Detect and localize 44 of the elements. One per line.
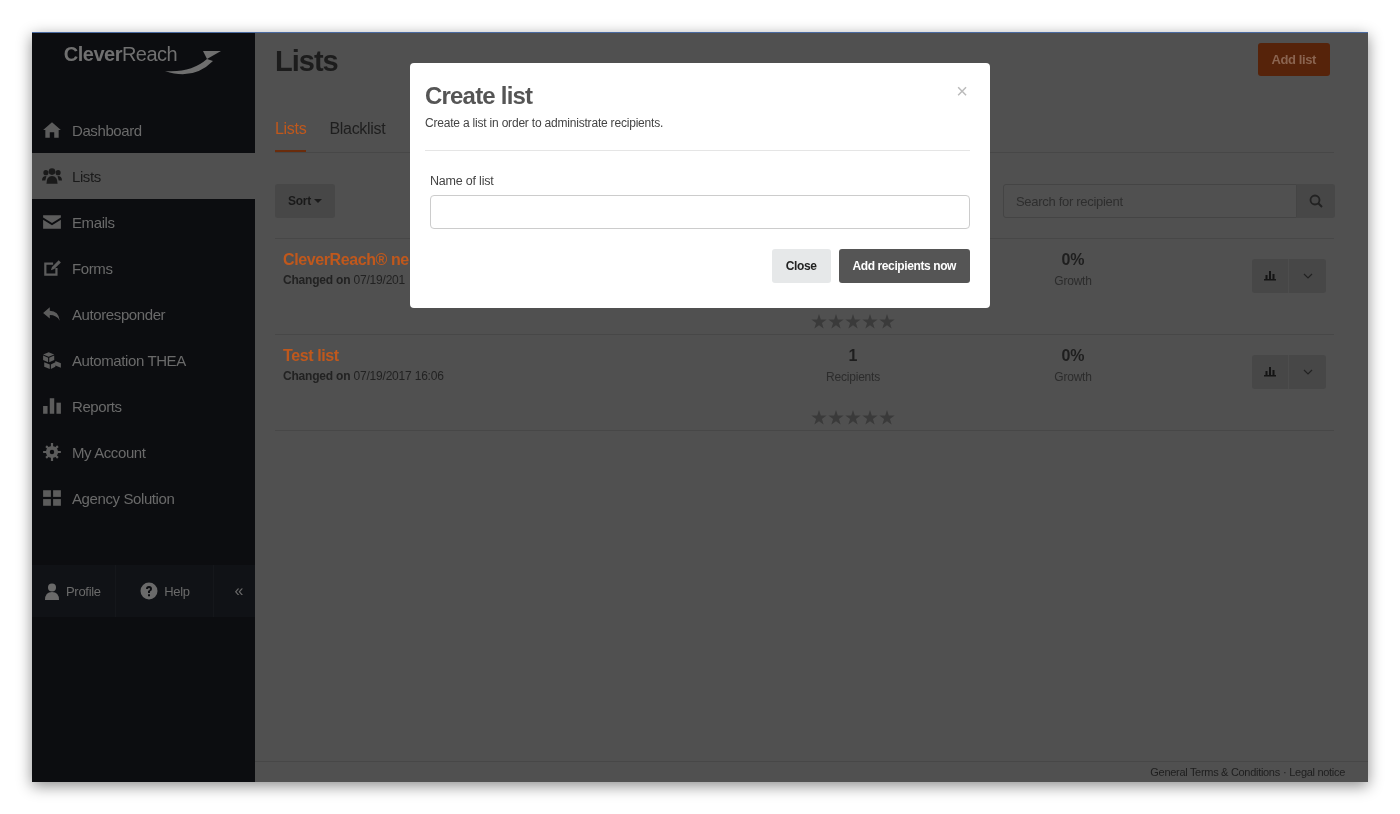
dropdown-button[interactable] <box>1289 259 1326 293</box>
separator-dot: · <box>1282 766 1287 778</box>
sidebar-item[interactable]: Autoresponder <box>32 291 255 337</box>
help-link[interactable]: Help <box>116 565 215 617</box>
gear-icon <box>42 442 62 462</box>
bar-chart-icon <box>1264 270 1276 282</box>
sidebar-item[interactable]: Reports <box>32 383 255 429</box>
sidebar-item[interactable]: Agency Solution <box>32 475 255 521</box>
search-icon <box>1309 194 1323 208</box>
profile-link[interactable]: Profile <box>32 565 117 617</box>
sidebar-item[interactable]: My Account <box>32 429 255 475</box>
people-icon <box>42 166 62 186</box>
grid-icon <box>42 488 62 508</box>
sidebar-item[interactable]: Forms <box>32 245 255 291</box>
chevron-down-icon <box>1302 369 1313 375</box>
add-recipients-button[interactable]: Add recipients now <box>838 249 970 283</box>
dialog-title: Create list <box>425 82 534 110</box>
collapse-button[interactable]: « <box>214 565 255 617</box>
dialog-subtitle: Create a list in order to administrate recipients. <box>425 116 664 130</box>
dropdown-button[interactable] <box>1289 355 1326 389</box>
sidebar-item[interactable]: Dashboard <box>32 107 255 153</box>
edit-icon <box>42 258 62 278</box>
help-icon <box>140 582 159 600</box>
house-icon <box>42 120 62 140</box>
sidebar-item[interactable]: Emails <box>32 199 255 245</box>
chevron-down-icon <box>1302 273 1313 279</box>
logo-text: CleverReach <box>63 43 178 66</box>
cubes-icon <box>42 350 62 370</box>
close-dialog-button[interactable]: Close <box>771 249 831 283</box>
bar-chart-icon <box>1264 366 1276 378</box>
caret-icon <box>313 199 322 203</box>
search-button[interactable] <box>1297 184 1335 218</box>
sidebar-item[interactable]: Automation THEA <box>32 337 255 383</box>
list-name-link[interactable]: Test list <box>283 347 339 365</box>
field-label: Name of list <box>430 174 495 188</box>
person-icon <box>44 582 60 600</box>
envelope-icon <box>42 212 62 232</box>
list-name-link[interactable]: CleverReach® ne <box>283 251 409 269</box>
list-name-field[interactable] <box>430 195 970 229</box>
bar-chart-icon <box>42 396 62 416</box>
close-button[interactable]: × <box>954 79 970 103</box>
statistics-button[interactable] <box>1252 259 1289 293</box>
add-list-button[interactable]: Add list <box>1257 43 1330 76</box>
statistics-button[interactable] <box>1252 355 1289 389</box>
